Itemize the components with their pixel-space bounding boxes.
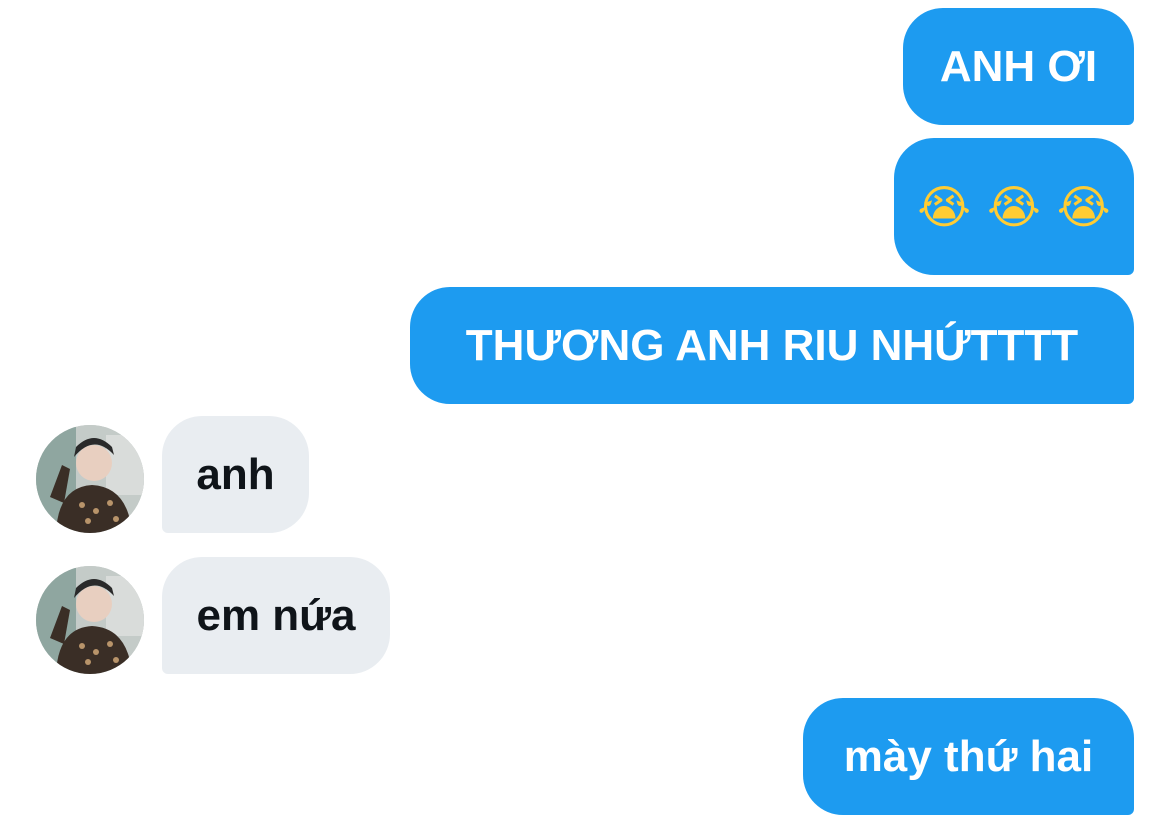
chat-thread: ANH ƠI 😭 😭 😭 THƯƠNG ANH RIU NHỨTTTT anh	[0, 0, 1170, 835]
message-text: em nứa	[196, 590, 356, 640]
message-text: ANH ƠI	[939, 41, 1098, 91]
crying-face-emoji: 😭	[987, 179, 1041, 234]
message-text: mày thứ hai	[843, 731, 1094, 781]
emoji-row: 😭 😭 😭	[917, 184, 1110, 230]
message-bubble-received[interactable]: em nứa	[162, 557, 390, 674]
contact-avatar[interactable]	[36, 425, 144, 533]
message-bubble-received[interactable]: anh	[162, 416, 309, 533]
message-bubble-sent[interactable]: ANH ƠI	[903, 8, 1134, 125]
message-bubble-sent[interactable]: mày thứ hai	[803, 698, 1134, 815]
crying-face-emoji: 😭	[917, 179, 972, 234]
message-text: anh	[196, 449, 275, 499]
avatar-image	[36, 425, 144, 533]
avatar-image	[36, 566, 144, 674]
message-bubble-sent[interactable]: THƯƠNG ANH RIU NHỨTTTT	[410, 287, 1134, 404]
crying-face-emoji: 😭	[1056, 179, 1111, 234]
contact-avatar[interactable]	[36, 566, 144, 674]
message-bubble-sent-emoji[interactable]: 😭 😭 😭	[894, 138, 1134, 275]
message-text: THƯƠNG ANH RIU NHỨTTTT	[465, 320, 1079, 370]
